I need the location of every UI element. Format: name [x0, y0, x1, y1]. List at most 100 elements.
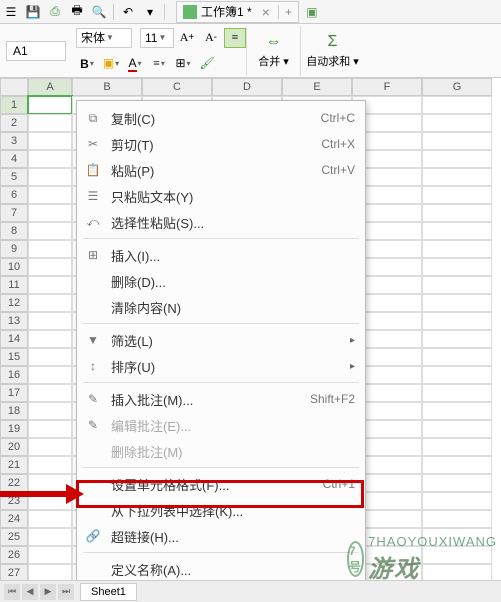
- cell[interactable]: [28, 240, 72, 258]
- cell[interactable]: [28, 312, 72, 330]
- ribbon-toggle-icon[interactable]: ▣: [303, 5, 318, 19]
- row-header[interactable]: 3: [0, 132, 28, 150]
- menu-item[interactable]: 🔗超链接(H)...: [77, 523, 365, 549]
- cell[interactable]: [28, 276, 72, 294]
- row-header[interactable]: 16: [0, 366, 28, 384]
- menu-item[interactable]: ↕排序(U)▸: [77, 353, 365, 379]
- menu-item[interactable]: ⤺选择性粘贴(S)...: [77, 209, 365, 235]
- row-header[interactable]: 4: [0, 150, 28, 168]
- cell[interactable]: [28, 366, 72, 384]
- prev-sheet-button[interactable]: ◀: [22, 584, 38, 600]
- cell[interactable]: [422, 330, 492, 348]
- border-button[interactable]: ⊞▾: [172, 54, 194, 74]
- format-painter-icon[interactable]: 🖌: [196, 54, 218, 74]
- cell[interactable]: [28, 294, 72, 312]
- row-header[interactable]: 17: [0, 384, 28, 402]
- cell[interactable]: [28, 258, 72, 276]
- cell[interactable]: [422, 294, 492, 312]
- autosum-button[interactable]: Σ 自动求和 ▾: [300, 26, 364, 76]
- cell[interactable]: [422, 240, 492, 258]
- undo-icon[interactable]: ↶: [119, 3, 137, 21]
- column-header[interactable]: B: [72, 78, 142, 96]
- menu-item[interactable]: 定义名称(A)...: [77, 556, 365, 582]
- menu-item[interactable]: ☰只粘贴文本(Y): [77, 183, 365, 209]
- row-header[interactable]: 11: [0, 276, 28, 294]
- cell[interactable]: [28, 420, 72, 438]
- row-header[interactable]: 19: [0, 420, 28, 438]
- cell[interactable]: [422, 114, 492, 132]
- save-icon[interactable]: 💾: [24, 3, 42, 21]
- row-header[interactable]: 1: [0, 96, 28, 114]
- menu-item[interactable]: 清除内容(N): [77, 294, 365, 320]
- menu-item[interactable]: 从下拉列表中选择(K)...: [77, 497, 365, 523]
- row-header[interactable]: 18: [0, 402, 28, 420]
- column-header[interactable]: D: [212, 78, 282, 96]
- menu-item[interactable]: 📋粘贴(P)Ctrl+V: [77, 157, 365, 183]
- cell[interactable]: [28, 330, 72, 348]
- cell[interactable]: [28, 168, 72, 186]
- fill-color-button[interactable]: ▣▾: [100, 54, 122, 74]
- row-header[interactable]: 24: [0, 510, 28, 528]
- cell[interactable]: [28, 150, 72, 168]
- cell[interactable]: [28, 492, 72, 510]
- column-header[interactable]: G: [422, 78, 492, 96]
- row-header[interactable]: 23: [0, 492, 28, 510]
- row-header[interactable]: 25: [0, 528, 28, 546]
- menu-item[interactable]: ✂剪切(T)Ctrl+X: [77, 131, 365, 157]
- cell[interactable]: [422, 276, 492, 294]
- menu-item[interactable]: ✎插入批注(M)...Shift+F2: [77, 386, 365, 412]
- menu-item[interactable]: 设置单元格格式(F)...Ctrl+1: [77, 471, 365, 497]
- first-sheet-button[interactable]: ⏮: [4, 584, 20, 600]
- cell[interactable]: [28, 438, 72, 456]
- cell[interactable]: [422, 474, 492, 492]
- column-header[interactable]: E: [282, 78, 352, 96]
- close-tab-icon[interactable]: ×: [262, 4, 270, 20]
- next-sheet-button[interactable]: ▶: [40, 584, 56, 600]
- cell[interactable]: [28, 96, 72, 114]
- cell[interactable]: [28, 348, 72, 366]
- menu-item[interactable]: ⧉复制(C)Ctrl+C: [77, 105, 365, 131]
- row-header[interactable]: 22: [0, 474, 28, 492]
- font-name-select[interactable]: 宋体▼: [76, 28, 132, 48]
- cell[interactable]: [422, 384, 492, 402]
- row-header[interactable]: 26: [0, 546, 28, 564]
- row-header[interactable]: 12: [0, 294, 28, 312]
- print-icon[interactable]: 🖶: [68, 3, 86, 21]
- row-header[interactable]: 7: [0, 204, 28, 222]
- cell[interactable]: [422, 456, 492, 474]
- cell[interactable]: [422, 204, 492, 222]
- row-header[interactable]: 10: [0, 258, 28, 276]
- wrap-text-icon[interactable]: ≡: [224, 28, 246, 48]
- cell[interactable]: [28, 114, 72, 132]
- menu-item[interactable]: 删除(D)...: [77, 268, 365, 294]
- cell[interactable]: [28, 546, 72, 564]
- new-tab-icon[interactable]: +: [278, 5, 292, 19]
- document-tab[interactable]: 工作簿1 * × +: [176, 1, 299, 23]
- decrease-font-icon[interactable]: A-: [200, 28, 222, 48]
- cell[interactable]: [422, 150, 492, 168]
- cell[interactable]: [422, 168, 492, 186]
- cell[interactable]: [28, 510, 72, 528]
- merge-button[interactable]: ⇔ 合并 ▾: [246, 26, 300, 76]
- cell[interactable]: [422, 186, 492, 204]
- cell[interactable]: [28, 402, 72, 420]
- cell[interactable]: [28, 456, 72, 474]
- menu-item[interactable]: ▼筛选(L)▸: [77, 327, 365, 353]
- saveas-icon[interactable]: ⎙: [46, 3, 64, 21]
- row-header[interactable]: 9: [0, 240, 28, 258]
- row-header[interactable]: 21: [0, 456, 28, 474]
- cell[interactable]: [28, 204, 72, 222]
- row-header[interactable]: 15: [0, 348, 28, 366]
- row-header[interactable]: 5: [0, 168, 28, 186]
- cell[interactable]: [422, 222, 492, 240]
- cell[interactable]: [28, 222, 72, 240]
- cell[interactable]: [422, 420, 492, 438]
- cell[interactable]: [28, 186, 72, 204]
- cell[interactable]: [28, 132, 72, 150]
- cell[interactable]: [28, 384, 72, 402]
- row-header[interactable]: 6: [0, 186, 28, 204]
- row-header[interactable]: 13: [0, 312, 28, 330]
- name-box[interactable]: A1: [6, 41, 66, 61]
- row-header[interactable]: 20: [0, 438, 28, 456]
- cell[interactable]: [422, 366, 492, 384]
